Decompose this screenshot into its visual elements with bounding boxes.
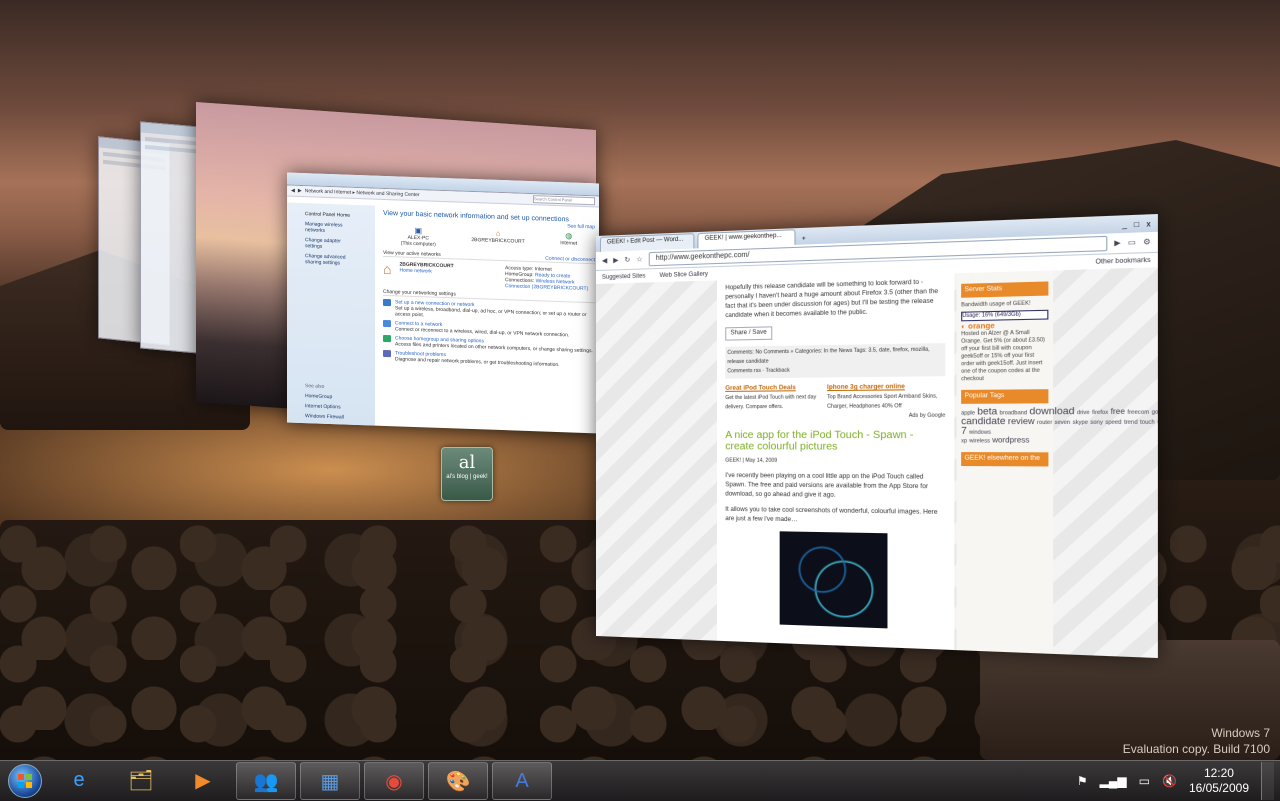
share-save-button[interactable]: Share / Save bbox=[725, 326, 772, 341]
back-icon[interactable]: ◀ bbox=[602, 257, 607, 265]
control-panel-main: View your basic network information and … bbox=[383, 210, 595, 372]
google-ads: Great iPod Touch Deals Get the latest iPo… bbox=[725, 383, 945, 422]
post-body-2: It allows you to take cool screenshots o… bbox=[725, 506, 938, 524]
close-button[interactable]: x bbox=[1146, 221, 1150, 229]
blog-post: Hopefully this release candidate will be… bbox=[716, 273, 955, 651]
wrench-icon[interactable]: ⚙ bbox=[1143, 238, 1151, 247]
clock[interactable]: 12:20 16/05/2009 bbox=[1189, 766, 1249, 796]
spawn-screenshot bbox=[779, 531, 888, 629]
comments-rss-link[interactable]: Comments rss bbox=[727, 368, 761, 375]
taskbar-paint[interactable]: 🎨 bbox=[428, 762, 488, 800]
intro-text: Hopefully this release candidate will be… bbox=[725, 279, 939, 320]
bookmark-suggested-sites[interactable]: Suggested Sites bbox=[602, 273, 646, 280]
maximize-button[interactable]: □ bbox=[1134, 221, 1139, 229]
forward-icon[interactable]: ▶ bbox=[298, 188, 302, 194]
connect-network-icon bbox=[383, 319, 391, 328]
see-also-link[interactable]: Internet Options bbox=[305, 403, 357, 411]
new-tab-button[interactable]: + bbox=[799, 236, 809, 245]
taskbar-windows-live-messenger[interactable]: 👥 bbox=[236, 762, 296, 800]
show-desktop-button[interactable] bbox=[1261, 762, 1274, 800]
network-signal-icon[interactable]: ▂▄▆ bbox=[1100, 774, 1127, 788]
taskbar-google-chrome[interactable]: ◉ bbox=[364, 762, 424, 800]
blog-sidebar: Server Stats Bandwidth usage of GEEK! Us… bbox=[956, 270, 1158, 654]
popular-tags-heading: Popular Tags bbox=[961, 389, 1049, 404]
taskbar: e 🗂 ▶ 👥 ▦ ◉ 🎨 A ⚑ ▂▄▆ ▭ 🔇 12:20 16/05/2009 bbox=[0, 760, 1280, 801]
sidebar-link[interactable]: Change advanced sharing settings bbox=[305, 253, 357, 267]
taskbar-media-player[interactable]: ▶ bbox=[174, 762, 232, 798]
chrome-browser-window[interactable]: GEEK! › Edit Post — Word... GEEK! | www.… bbox=[596, 213, 1158, 659]
google-chrome-icon: ◉ bbox=[385, 770, 403, 793]
active-network: ⌂ 2BGREYBRICKCOURT Home network Access t… bbox=[383, 260, 589, 293]
minimize-button[interactable]: _ bbox=[1122, 222, 1127, 230]
post-title-link[interactable]: A nice app for the iPod Touch - Spawn - … bbox=[725, 430, 945, 454]
see-also-link[interactable]: Windows Firewall bbox=[305, 413, 357, 421]
taskbar-wordpad[interactable]: A bbox=[492, 762, 552, 800]
taskbar-apps: e 🗂 ▶ 👥 ▦ ◉ 🎨 A bbox=[46, 762, 552, 800]
hosted-text: Hosted on Alzer @ A Small Orange. Get 5%… bbox=[961, 329, 1046, 383]
see-full-map-link[interactable]: See full map bbox=[567, 223, 595, 230]
page-menu-icon[interactable]: ▭ bbox=[1128, 238, 1136, 247]
other-bookmarks[interactable]: Other bookmarks bbox=[1095, 257, 1150, 265]
start-button[interactable] bbox=[4, 763, 46, 799]
blog-gadget[interactable]: al al's blog | geek! bbox=[441, 447, 493, 501]
wordpad-icon: A bbox=[515, 769, 529, 792]
taskbar-control-panel[interactable]: ▦ bbox=[300, 762, 360, 800]
windows-logo-icon bbox=[8, 764, 42, 798]
play-icon[interactable]: ▶ bbox=[1114, 239, 1120, 248]
media-player-icon: ▶ bbox=[195, 769, 211, 792]
post-meta: Comments: No Comments » Categories: In t… bbox=[725, 343, 946, 379]
taskbar-windows-explorer[interactable]: 🗂 bbox=[112, 762, 170, 798]
usage-bar: Usage: 16% (649/3Gb) bbox=[961, 309, 1049, 322]
internet-explorer-icon: e bbox=[73, 768, 85, 791]
control-panel-icon: ▦ bbox=[320, 770, 340, 793]
star-icon[interactable]: ☆ bbox=[636, 255, 642, 263]
elsewhere-heading: GEEK! elsewhere on the bbox=[961, 452, 1049, 467]
web-page: Hopefully this release candidate will be… bbox=[596, 267, 1158, 659]
gadget-logo: al bbox=[458, 452, 476, 473]
active-networks-label: View your active networks bbox=[383, 249, 441, 258]
taskbar-internet-explorer[interactable]: e bbox=[50, 762, 108, 798]
paint-icon: 🎨 bbox=[445, 770, 471, 793]
volume-muted-icon[interactable]: 🔇 bbox=[1162, 774, 1177, 788]
bookmark-web-slice-gallery[interactable]: Web Slice Gallery bbox=[660, 271, 708, 279]
ad-item[interactable]: Iphone 3g charger online Top Brand Access… bbox=[827, 383, 945, 422]
post-body: I've recently been playing on a cool lit… bbox=[725, 472, 929, 499]
clock-time: 12:20 bbox=[1203, 766, 1234, 780]
desktop: ◀ ▶ Network and Internet ▸ Network and S… bbox=[0, 0, 1280, 760]
sidebar-link[interactable]: Change adapter settings bbox=[305, 237, 357, 251]
new-connection-icon bbox=[383, 298, 391, 307]
server-stats-heading: Server Stats bbox=[961, 281, 1049, 298]
ad-item[interactable]: Great iPod Touch Deals Get the latest iPo… bbox=[725, 384, 820, 422]
post-date: GEEK! | May 14, 2009 bbox=[725, 457, 778, 464]
monitor-icon[interactable]: ▭ bbox=[1139, 774, 1150, 788]
troubleshoot-icon bbox=[383, 349, 391, 358]
clock-date: 16/05/2009 bbox=[1188, 781, 1249, 795]
sidebar-link[interactable]: Control Panel Home bbox=[305, 211, 357, 219]
window-controls: _ □ x bbox=[1115, 221, 1158, 234]
see-also-label: See also bbox=[305, 383, 325, 390]
back-icon[interactable]: ◀ bbox=[291, 188, 295, 194]
connect-disconnect-link[interactable]: Connect or disconnect bbox=[545, 256, 595, 264]
breadcrumb[interactable]: Network and Internet ▸ Network and Shari… bbox=[305, 188, 420, 198]
control-panel-sidebar: Control Panel Home Manage wireless netwo… bbox=[287, 202, 375, 426]
reload-icon[interactable]: ↻ bbox=[625, 256, 631, 264]
evaluation-watermark: Windows 7 Evaluation copy. Build 7100 bbox=[1122, 726, 1270, 756]
house-icon: ⌂ bbox=[383, 260, 392, 278]
tag-cloud: apple beta broadband download drive firefox fr… bbox=[961, 405, 1158, 445]
homegroup-icon bbox=[383, 334, 391, 343]
search-input[interactable]: Search Control Panel bbox=[533, 195, 595, 206]
gadget-caption: al's blog | geek! bbox=[446, 474, 488, 480]
system-tray: ⚑ ▂▄▆ ▭ 🔇 12:20 16/05/2009 bbox=[1077, 762, 1280, 800]
network-sharing-center-window[interactable]: ◀ ▶ Network and Internet ▸ Network and S… bbox=[287, 172, 599, 434]
forward-icon[interactable]: ▶ bbox=[613, 256, 618, 264]
sidebar-link[interactable]: Manage wireless networks bbox=[305, 221, 357, 235]
action-center-flag-icon[interactable]: ⚑ bbox=[1077, 774, 1088, 788]
windows-live-messenger-icon: 👥 bbox=[253, 770, 279, 793]
trackback-link[interactable]: Trackback bbox=[766, 367, 790, 374]
see-also-link[interactable]: HomeGroup bbox=[305, 393, 357, 401]
windows-explorer-icon: 🗂 bbox=[128, 769, 154, 792]
